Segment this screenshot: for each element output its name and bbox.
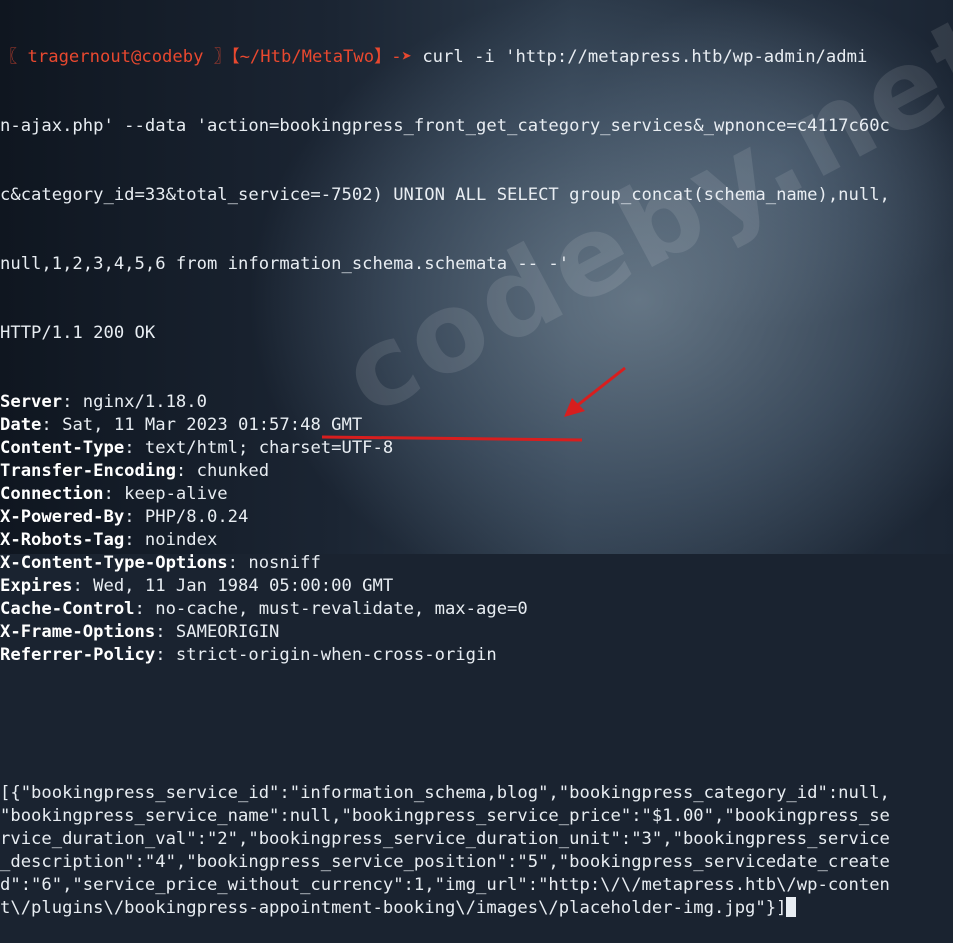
response-body-text: [{"bookingpress_service_id":"information… xyxy=(0,783,890,803)
http-header: X-Frame-Options: SAMEORIGIN xyxy=(0,621,953,644)
header-name: X-Content-Type-Options xyxy=(0,553,228,573)
response-body-line: rvice_duration_val":"2","bookingpress_se… xyxy=(0,828,953,851)
response-body-text: rvice_duration_val":"2","bookingpress_se… xyxy=(0,829,890,849)
terminal-cursor xyxy=(786,897,797,917)
response-body-line: d":"6","service_price_without_currency":… xyxy=(0,874,953,897)
response-body-line: "bookingpress_service_name":null,"bookin… xyxy=(0,805,953,828)
http-header: X-Content-Type-Options: nosniff xyxy=(0,552,953,575)
response-body-text: t\/plugins\/bookingpress-appointment-boo… xyxy=(0,898,787,918)
header-value: : no-cache, must-revalidate, max-age=0 xyxy=(134,599,528,619)
response-body-line: _description":"4","bookingpress_service_… xyxy=(0,851,953,874)
http-header: Referrer-Policy: strict-origin-when-cros… xyxy=(0,644,953,667)
annotation-overlay xyxy=(321,366,626,442)
header-value: : SAMEORIGIN xyxy=(155,622,280,642)
header-value: : Wed, 11 Jan 1984 05:00:00 GMT xyxy=(72,576,394,596)
response-body-text: "bookingpress_service_name":null,"bookin… xyxy=(0,806,890,826)
response-body-line: t\/plugins\/bookingpress-appointment-boo… xyxy=(0,897,953,920)
annotation-arrow-shaft xyxy=(573,366,626,410)
annotation-underline xyxy=(321,435,583,442)
header-value: : nosniff xyxy=(227,553,321,573)
response-body-text: d":"6","service_price_without_currency":… xyxy=(0,875,890,895)
http-header: Expires: Wed, 11 Jan 1984 05:00:00 GMT xyxy=(0,575,953,598)
http-header: Cache-Control: no-cache, must-revalidate… xyxy=(0,598,953,621)
response-body-text: _description":"4","bookingpress_service_… xyxy=(0,852,890,872)
header-name: Cache-Control xyxy=(0,599,135,619)
header-name: X-Frame-Options xyxy=(0,622,156,642)
header-name: Referrer-Policy xyxy=(0,645,156,665)
response-body-line: [{"bookingpress_service_id":"information… xyxy=(0,782,953,805)
header-value: : strict-origin-when-cross-origin xyxy=(155,645,497,665)
header-name: Expires xyxy=(0,576,73,596)
